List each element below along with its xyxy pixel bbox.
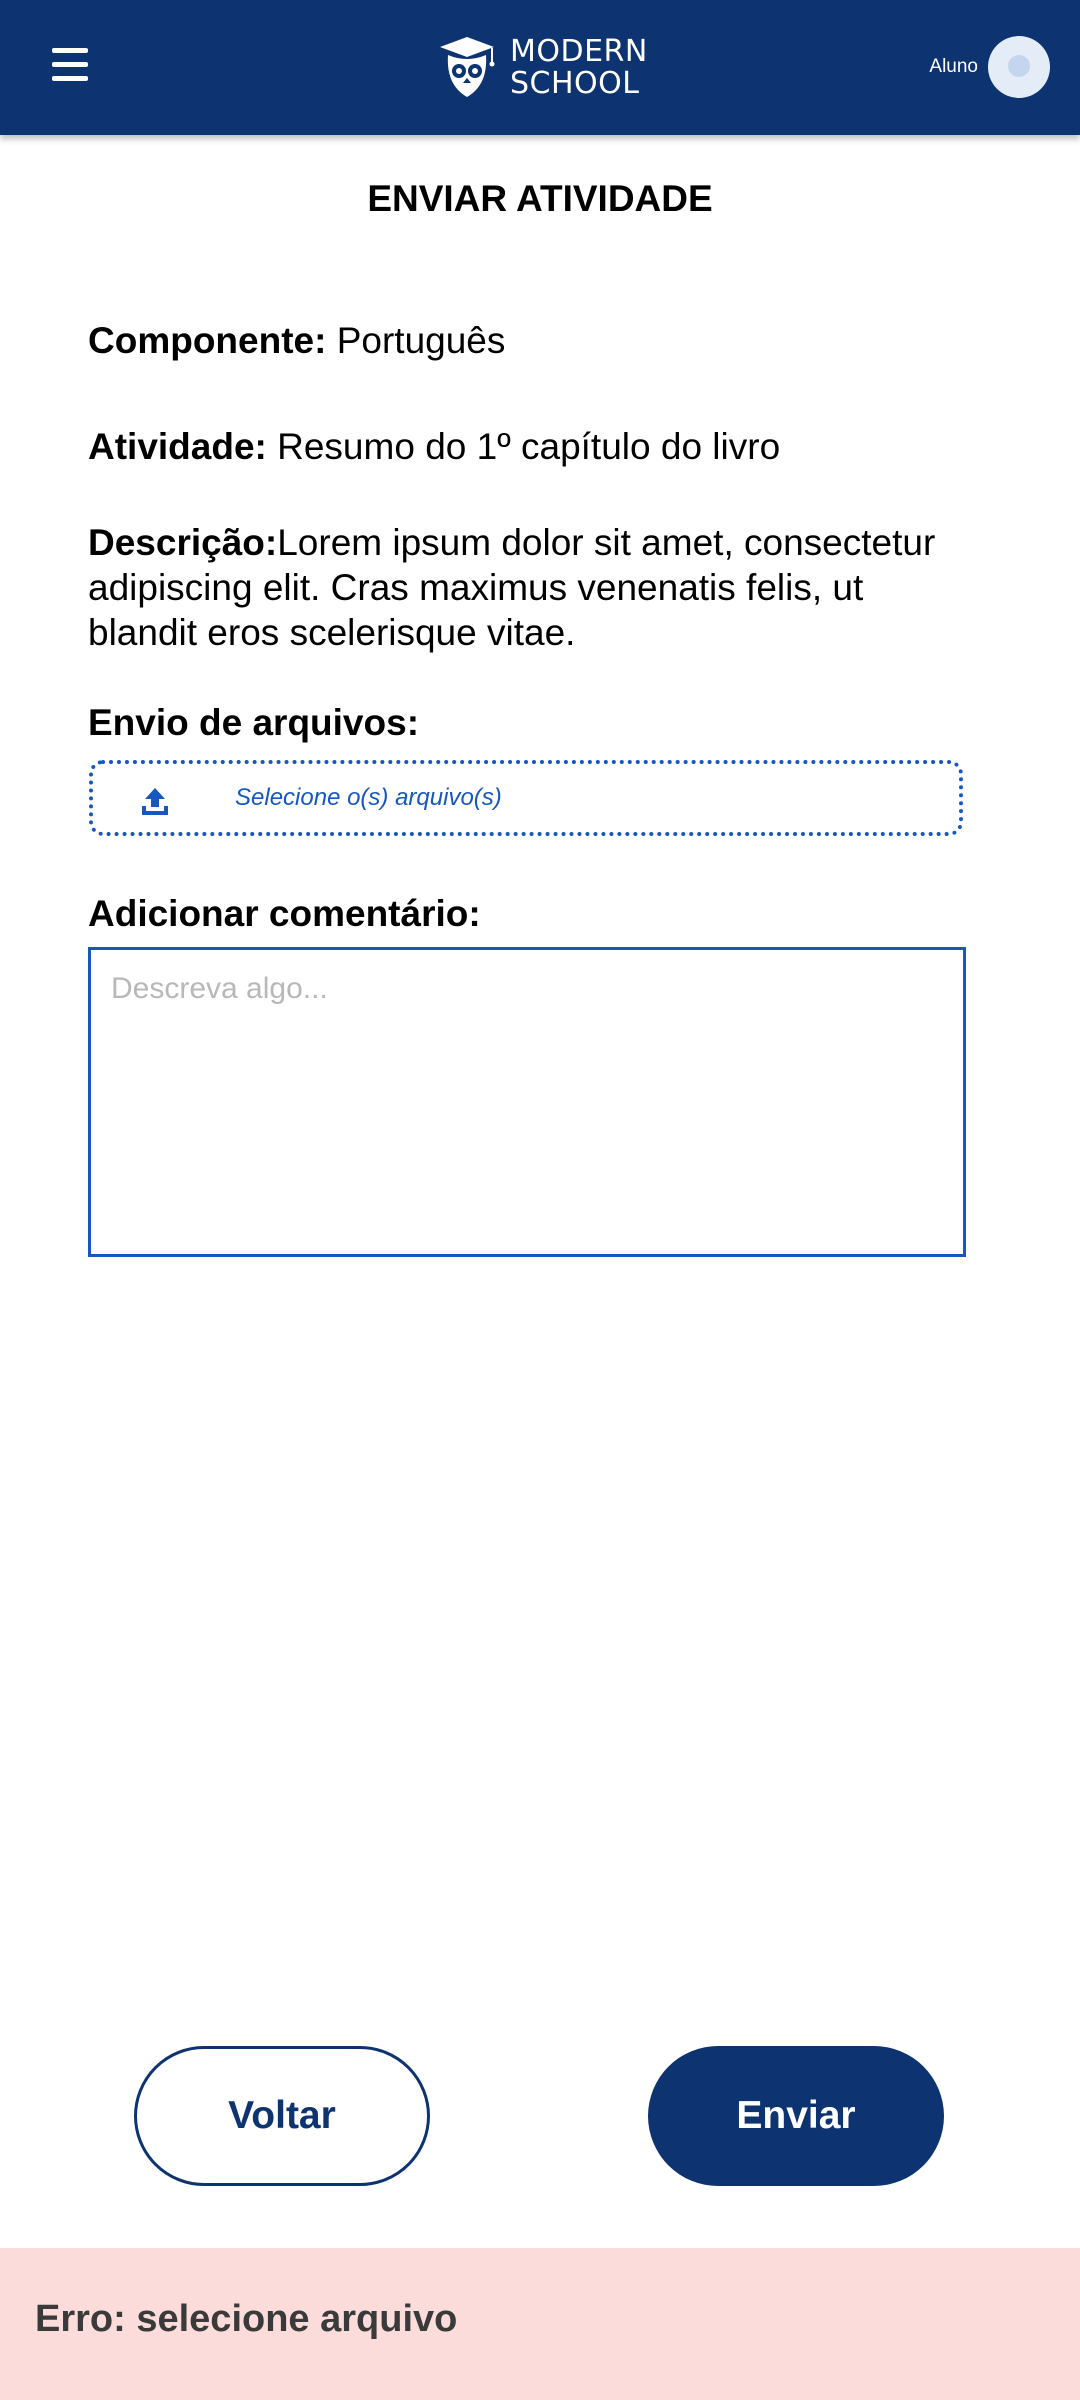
error-banner: Erro: selecione arquivo (0, 2248, 1080, 2400)
activity-field: Atividade: Resumo do 1º capítulo do livr… (88, 424, 988, 469)
error-message: Erro: selecione arquivo (35, 2298, 458, 2340)
brand-logo: MODERN SCHOOL (432, 28, 648, 108)
send-button[interactable]: Enviar (648, 2046, 944, 2186)
activity-value: Resumo do 1º capítulo do livro (266, 426, 781, 467)
upload-label: Envio de arquivos: (88, 702, 420, 743)
page-title: ENVIAR ATIVIDADE (367, 178, 713, 219)
upload-button-text: Selecione o(s) arquivo(s) (235, 784, 502, 811)
user-avatar-icon[interactable] (988, 36, 1050, 98)
component-field: Componente: Português (88, 318, 988, 363)
description-field: Descrição:Lorem ipsum dolor sit amet, co… (88, 520, 968, 655)
hamburger-menu-icon[interactable] (50, 46, 92, 88)
brand-line-1: MODERN (510, 34, 648, 69)
comment-label: Adicionar comentário: (88, 893, 481, 934)
description-label: Descrição: (88, 522, 278, 563)
back-button[interactable]: Voltar (134, 2046, 430, 2186)
file-upload-button[interactable]: Selecione o(s) arquivo(s) (89, 760, 963, 836)
user-role-label: Aluno (929, 56, 978, 77)
activity-label: Atividade: (88, 426, 267, 467)
component-label: Componente: (88, 320, 327, 361)
upload-icon (142, 788, 168, 815)
brand-line-2: SCHOOL (510, 66, 640, 101)
component-value: Português (326, 320, 506, 361)
app-header: MODERN SCHOOL Aluno (0, 0, 1080, 135)
comment-textarea[interactable] (88, 947, 966, 1257)
graduation-owl-icon (440, 37, 495, 97)
